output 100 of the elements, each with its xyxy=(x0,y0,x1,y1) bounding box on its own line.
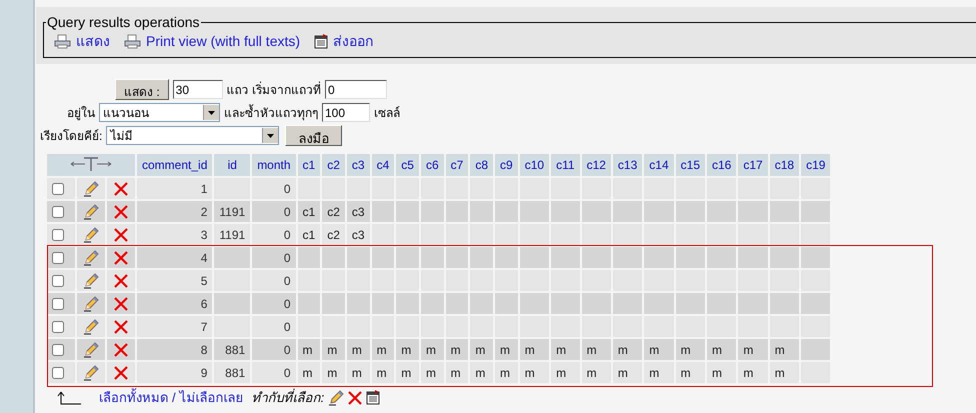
table-cell: 881 xyxy=(225,366,246,380)
table-cell: m xyxy=(500,342,510,356)
pencil-icon[interactable] xyxy=(83,318,99,334)
column-header[interactable]: c7 xyxy=(446,154,468,176)
table-cell: m xyxy=(586,366,597,380)
column-header[interactable]: id xyxy=(214,154,250,176)
column-header[interactable]: c15 xyxy=(676,154,705,176)
delete-icon[interactable] xyxy=(114,250,128,264)
table-cell: c3 xyxy=(352,204,365,218)
table-cell: m xyxy=(712,342,722,356)
panel-legend: Query results operations xyxy=(46,14,201,30)
pencil-icon[interactable] xyxy=(83,226,99,242)
mode-dropdown[interactable]: แนวนอน xyxy=(99,103,220,122)
uncheck-all-link[interactable]: ไม่เลือกเลย xyxy=(180,387,244,408)
table-cell: 7 xyxy=(200,320,208,334)
pencil-icon[interactable] xyxy=(83,364,99,380)
column-header[interactable]: c8 xyxy=(470,154,494,176)
column-header[interactable]: c4 xyxy=(372,154,394,176)
table-cell: m xyxy=(556,366,566,380)
pencil-icon[interactable] xyxy=(83,342,99,358)
show-button[interactable]: แสดง : xyxy=(115,79,169,100)
table-cell: m xyxy=(649,342,660,356)
table-cell: c2 xyxy=(327,228,340,242)
column-header[interactable]: c19 xyxy=(801,154,830,176)
table-cell: m xyxy=(302,342,313,356)
table-cell: 5 xyxy=(200,274,208,288)
table-cell: 4 xyxy=(200,250,208,264)
column-header[interactable]: c3 xyxy=(346,154,370,176)
column-header[interactable]: c11 xyxy=(551,154,580,176)
row-checkbox[interactable] xyxy=(52,274,64,286)
rows-field[interactable]: 30 xyxy=(172,80,223,99)
table-cell: 0 xyxy=(284,366,291,380)
operation-link[interactable]: Print view (with full texts) xyxy=(124,33,300,49)
column-header[interactable]: month xyxy=(252,154,296,176)
sort-dropdown[interactable]: ไม่มี xyxy=(106,126,280,145)
column-header[interactable]: c16 xyxy=(707,154,736,176)
row-checkbox[interactable] xyxy=(52,320,64,332)
table-cell: m xyxy=(680,342,691,356)
column-header[interactable]: c5 xyxy=(396,154,419,176)
delete-icon[interactable] xyxy=(114,182,128,196)
table-cell: m xyxy=(743,366,754,380)
table-cell: m xyxy=(774,366,785,380)
table-cell: 1 xyxy=(200,182,208,196)
start-row-field[interactable]: 0 xyxy=(325,80,388,99)
table-cell: c1 xyxy=(302,204,316,218)
column-header[interactable]: c10 xyxy=(520,154,550,176)
check-all-link[interactable]: เลือกทั้งหมด xyxy=(99,387,168,408)
delete-icon[interactable] xyxy=(114,296,128,310)
column-header[interactable]: c6 xyxy=(420,154,444,176)
operation-link[interactable]: ส่งออก xyxy=(314,30,374,52)
table-cell: 9 xyxy=(200,366,208,380)
column-header[interactable]: comment_id xyxy=(137,154,212,176)
column-header[interactable]: c14 xyxy=(644,154,674,176)
table-cell: 3 xyxy=(200,228,208,242)
row-checkbox[interactable] xyxy=(52,228,64,240)
table-cell: 0 xyxy=(284,250,291,264)
row-checkbox[interactable] xyxy=(52,206,64,218)
with-selected-label: ทำกับที่เลือก: xyxy=(252,388,324,407)
table-cell: m xyxy=(712,366,722,380)
row-checkbox[interactable] xyxy=(52,344,64,356)
pencil-icon[interactable] xyxy=(83,180,99,196)
column-header[interactable]: c2 xyxy=(322,154,345,176)
table-cell: m xyxy=(618,342,628,356)
delete-icon[interactable] xyxy=(114,228,128,242)
pencil-icon[interactable] xyxy=(328,390,344,406)
delete-icon[interactable] xyxy=(114,274,128,288)
delete-icon[interactable] xyxy=(114,366,128,380)
table-cell: c3 xyxy=(352,228,365,242)
go-button[interactable]: ลงมือ xyxy=(285,125,342,146)
column-header[interactable]: c1 xyxy=(298,154,320,176)
row-checkbox[interactable] xyxy=(52,366,64,378)
column-header[interactable]: c9 xyxy=(495,154,518,176)
table-cell: 1191 xyxy=(219,204,246,218)
table-cell: m xyxy=(774,342,785,356)
cells-label: เซลล์ xyxy=(374,105,400,122)
column-header[interactable]: c13 xyxy=(612,154,642,176)
operation-link[interactable]: แสดง xyxy=(54,30,110,52)
delete-icon[interactable] xyxy=(114,342,128,356)
column-header[interactable]: c12 xyxy=(582,154,611,176)
column-header[interactable]: c18 xyxy=(770,154,800,176)
delete-icon[interactable] xyxy=(114,320,128,334)
delete-icon[interactable] xyxy=(114,204,128,218)
column-header[interactable]: c17 xyxy=(738,154,768,176)
pencil-icon[interactable] xyxy=(83,272,99,288)
pencil-icon[interactable] xyxy=(83,204,99,220)
table-cell: 0 xyxy=(284,204,291,218)
pencil-icon[interactable] xyxy=(83,250,99,266)
table-cell: m xyxy=(475,366,486,380)
pencil-icon[interactable] xyxy=(83,296,99,312)
table-cell: 0 xyxy=(284,182,291,196)
document-icon[interactable] xyxy=(366,390,380,405)
table-cell: m xyxy=(327,342,338,356)
row-checkbox[interactable] xyxy=(52,182,64,194)
row-checkbox[interactable] xyxy=(52,298,64,310)
delete-icon[interactable] xyxy=(348,390,362,404)
table-cell: m xyxy=(680,366,691,380)
table-cell: m xyxy=(352,342,362,356)
repeat-field[interactable]: 100 xyxy=(322,103,370,122)
table-cell: m xyxy=(556,342,566,356)
row-checkbox[interactable] xyxy=(52,252,64,264)
